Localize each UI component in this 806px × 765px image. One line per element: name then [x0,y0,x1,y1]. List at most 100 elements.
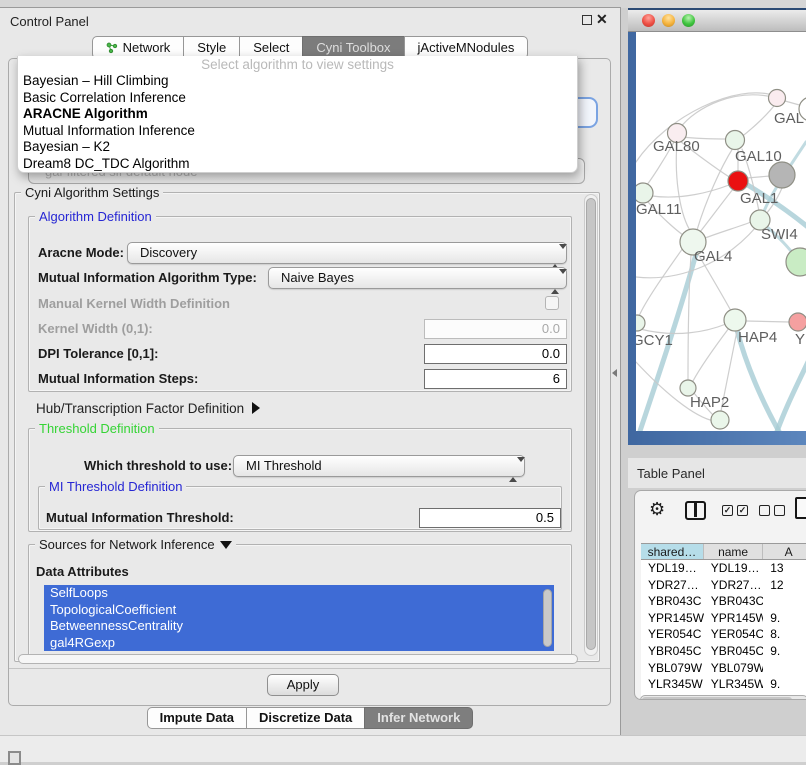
table-cell: YBR043C [641,593,704,610]
table-cell: 8. [763,626,806,643]
algorithm-option-bayesian-hill-climbing[interactable]: Bayesian – Hill Climbing [18,73,577,90]
divider [9,668,610,669]
network-node[interactable] [711,411,729,429]
inference-algorithm-combo-fragment[interactable] [578,97,598,128]
bottom-tab-discretize-data[interactable]: Discretize Data [246,707,365,729]
source-item-gal4rgexp[interactable]: gal4RGexp [44,635,554,652]
mi-threshold-label: Mutual Information Threshold: [46,510,234,525]
node-label-gal10: GAL10 [735,148,782,165]
mi-type-value: Naive Bayes [281,270,354,285]
sources-expander[interactable]: Sources for Network Inference [35,537,236,552]
close-window-icon[interactable] [642,14,655,27]
settings-horizontal-scrollbar[interactable] [18,654,578,664]
algorithm-option-dream8-dc-tdc-algorithm[interactable]: Dream8 DC_TDC Algorithm [18,156,577,173]
table-row[interactable]: YBR045CYBR045C9. [641,643,806,660]
table-panel-title: Table Panel [637,466,705,481]
settings-scrollbar-thumb[interactable] [586,198,596,650]
network-node[interactable] [636,183,653,203]
mi-threshold-field[interactable]: 0.5 [419,508,561,528]
table-cell: YER054C [641,626,704,643]
table-row[interactable]: YDL19…YDL19…13 [641,560,806,577]
bottom-tab-infer-network[interactable]: Infer Network [364,707,473,729]
panel-collapse-grip[interactable] [612,369,617,377]
table-body: YDL19…YDL19…13YDR27…YDR27…12YBR043CYBR04… [641,560,806,700]
split-columns-icon[interactable] [685,501,706,520]
table-cell: 9. [763,676,806,693]
table-header-row: shared…nameA [641,543,806,560]
mi-type-combo[interactable]: Naive Bayes [268,267,567,289]
table-row[interactable]: YER054CYER054C8. [641,626,806,643]
minimize-window-icon[interactable] [662,14,675,27]
node-label-gal: GAL [774,110,804,127]
close-panel-icon[interactable]: ✕ [596,11,608,28]
kernel-width-field[interactable]: 0.0 [424,319,567,339]
float-panel-icon[interactable] [582,15,592,25]
network-node[interactable] [724,309,746,331]
source-item-betweennesscentrality[interactable]: BetweennessCentrality [44,618,554,635]
panel-title: Control Panel [10,14,89,29]
table-row[interactable]: YDR27…YDR27…12 [641,577,806,594]
table-cell: YDL19… [704,560,763,577]
bottom-tab-impute-data[interactable]: Impute Data [147,707,247,729]
network-node[interactable] [786,248,806,276]
network-node[interactable] [636,315,645,331]
mi-steps-field[interactable]: 6 [424,369,567,389]
dpi-tolerance-field[interactable]: 0.0 [424,344,567,364]
algorithm-option-bayesian-k2[interactable]: Bayesian – K2 [18,139,577,156]
source-item-selfloops[interactable]: SelfLoops [44,585,554,602]
table-cell: YDL19… [641,560,704,577]
network-node[interactable] [728,171,748,191]
source-item-topologicalcoefficient[interactable]: TopologicalCoefficient [44,602,554,619]
which-threshold-combo[interactable]: MI Threshold [233,455,525,477]
column-header-a[interactable]: A [763,544,806,559]
algorithm-option-mutual-information-inference[interactable]: Mutual Information Inference [18,123,577,140]
algorithm-option-basic-correlation-inference[interactable]: Basic Correlation Inference [18,90,577,107]
apply-button[interactable]: Apply [267,674,339,696]
cyni-algorithm-settings-title: Cyni Algorithm Settings [21,185,163,200]
network-edge [700,188,734,232]
network-edge [639,248,683,316]
table-row[interactable]: YBR043CYBR043C [641,593,806,610]
network-canvas[interactable]: GALGAL80GAL10GAL1GAL11SWI4GAL4GCY1HAP4YH… [636,32,806,431]
column-header-name[interactable]: name [704,544,763,559]
deselect-all-checkbox-icon[interactable] [759,505,770,516]
attributes-list-scrollbar-thumb[interactable] [543,589,552,647]
network-node[interactable] [769,162,795,188]
docked-panel-icon[interactable] [8,751,21,765]
hub-tf-definition-label: Hub/Transcription Factor Definition [36,401,244,416]
deselect-all-checkbox-icon[interactable] [774,505,785,516]
settings-scrollbar[interactable] [584,194,598,656]
algorithm-option-aracne-algorithm[interactable]: ARACNE Algorithm [18,106,577,123]
network-node[interactable] [726,131,745,150]
network-window-titlebar[interactable] [628,10,806,32]
mi-steps-label: Mutual Information Steps: [38,371,198,386]
aracne-mode-value: Discovery [140,245,197,260]
table-panel: ⚙ ✓ ✓ shared…nameA YDL19…YDL19…13YDR27…Y… [634,490,806,700]
network-node[interactable] [789,313,806,331]
table-row[interactable]: YPR145WYPR145W9. [641,610,806,627]
table-cell [763,593,806,610]
table-row[interactable]: YBL079WYBL079W [641,660,806,677]
top-strip [0,0,806,8]
table-cell: YBL079W [641,660,704,677]
table-scrollbar-thumb[interactable] [642,697,792,700]
network-edge [697,148,733,230]
aracne-mode-combo[interactable]: Discovery [127,242,567,264]
table-horizontal-scrollbar[interactable] [640,695,806,700]
document-icon[interactable] [795,497,806,519]
mi-threshold-group-title: MI Threshold Definition [45,479,186,494]
column-header-shared[interactable]: shared… [641,544,704,559]
algorithm-dropdown-list: Bayesian – Hill ClimbingBasic Correlatio… [18,73,577,173]
algorithm-definition-title: Algorithm Definition [35,209,156,224]
network-node[interactable] [769,90,786,107]
select-all-checkbox-icon[interactable]: ✓ [737,505,748,516]
zoom-window-icon[interactable] [682,14,695,27]
gear-icon[interactable]: ⚙ [649,499,665,520]
node-label-hap4: HAP4 [738,329,777,346]
bottom-strip [0,735,806,762]
select-all-checkbox-icon[interactable]: ✓ [722,505,733,516]
stepper-icon [551,247,559,267]
table-row[interactable]: YLR345WYLR345W9. [641,676,806,693]
hub-tf-definition-expander[interactable]: Hub/Transcription Factor Definition [36,401,260,416]
manual-kernel-checkbox[interactable] [545,296,559,310]
